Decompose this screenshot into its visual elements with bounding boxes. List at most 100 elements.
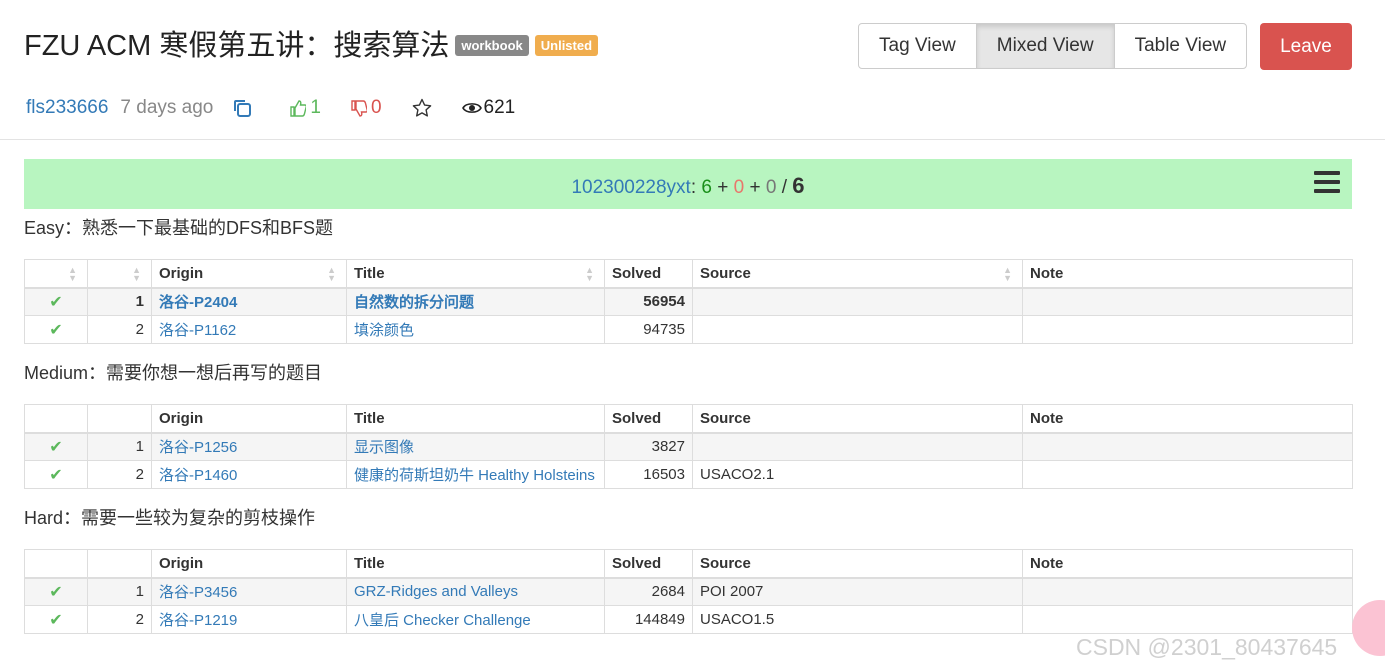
total-count: 6 (792, 173, 805, 198)
status-column-header (24, 549, 88, 579)
sort-icon: ▲ ▼ (68, 265, 77, 283)
title-link[interactable]: 填涂颜色 (354, 322, 414, 339)
solved-column-header: Solved (604, 549, 693, 579)
wrong-count: 0 (733, 177, 745, 198)
note-cell (1022, 315, 1353, 344)
menu-icon[interactable] (1314, 171, 1340, 193)
row-index: 1 (87, 287, 152, 316)
index-column-header (87, 404, 152, 434)
row-index: 2 (87, 605, 152, 634)
table-header-row: Origin Title Solved Source Note (24, 404, 1353, 434)
table-header-row: Origin Title Solved Source Note (24, 549, 1353, 579)
table-row: ✔ 2 洛谷-P1219 八皇后 Checker Challenge 14484… (24, 605, 1353, 634)
check-icon: ✔ (24, 287, 88, 316)
source-cell: POI 2007 (692, 577, 1023, 606)
solved-column-header: Solved (604, 404, 693, 434)
origin-link[interactable]: 洛谷-P1460 (159, 467, 237, 484)
origin-column-header: Origin (151, 549, 347, 579)
title-link[interactable]: GRZ-Ridges and Valleys (354, 583, 518, 600)
table-row: ✔ 1 洛谷-P3456 GRZ-Ridges and Valleys 2684… (24, 577, 1353, 606)
note-cell (1022, 577, 1353, 606)
row-index: 1 (87, 432, 152, 461)
section-label-medium: Medium：需要你想一想后再写的题目 (24, 363, 323, 383)
source-cell (692, 432, 1023, 461)
author-link[interactable]: fls233666 (26, 97, 108, 119)
upvote-button[interactable]: 1 (290, 97, 321, 119)
title-link[interactable]: 显示图像 (354, 439, 414, 456)
solved-count: 144849 (604, 605, 693, 634)
title-column-header[interactable]: Title ▲ ▼ (346, 259, 605, 289)
origin-link[interactable]: 洛谷-P1219 (159, 612, 237, 629)
mixed-view-button[interactable]: Mixed View (975, 23, 1115, 69)
origin-column-header[interactable]: Origin ▲ ▼ (151, 259, 347, 289)
solved-count: 3827 (604, 432, 693, 461)
downvote-button[interactable]: 0 (351, 97, 382, 119)
table-row: ✔ 2 洛谷-P1460 健康的荷斯坦奶牛 Healthy Holsteins … (24, 460, 1353, 489)
sort-icon: ▲ ▼ (132, 265, 141, 283)
solved-count: 56954 (604, 287, 693, 316)
index-column-header[interactable]: ▲ ▼ (87, 259, 152, 289)
origin-link[interactable]: 洛谷-P1256 (159, 439, 237, 456)
view-count: 621 (461, 97, 516, 119)
star-icon[interactable] (412, 98, 432, 118)
progress-status-bar: 102300228yxt: 6 + 0 + 0 / 6 (24, 159, 1352, 209)
title-link[interactable]: 自然数的拆分问题 (354, 294, 474, 311)
table-row: ✔ 2 洛谷-P1162 填涂颜色 94735 (24, 315, 1353, 344)
table-header-row: ▲ ▼ ▲ ▼ Origin ▲ ▼ Title ▲ ▼ Solved Source ▲ ▼ N… (24, 259, 1353, 289)
origin-link[interactable]: 洛谷-P3456 (159, 584, 237, 601)
origin-link[interactable]: 洛谷-P1162 (159, 322, 236, 339)
solved-count: 16503 (604, 460, 693, 489)
accepted-count: 6 (701, 177, 712, 198)
note-column-header: Note (1022, 549, 1353, 579)
view-count-value: 621 (483, 97, 516, 118)
row-index: 2 (87, 315, 152, 344)
source-cell: USACO1.5 (692, 605, 1023, 634)
note-cell (1022, 605, 1353, 634)
thumbs-down-icon (351, 99, 367, 117)
post-time: 7 days ago (120, 97, 214, 118)
title-column-header: Title (346, 549, 605, 579)
status-text: 102300228yxt: 6 + 0 + 0 / 6 (24, 173, 1352, 199)
source-column-header[interactable]: Source ▲ ▼ (692, 259, 1023, 289)
page-header: FZU ACM 寒假第五讲：搜索算法 workbook Unlisted Tag… (0, 0, 1385, 140)
origin-column-header: Origin (151, 404, 347, 434)
row-index: 2 (87, 460, 152, 489)
status-plus-1: + (711, 177, 734, 198)
origin-link[interactable]: 洛谷-P2404 (159, 294, 237, 311)
section-label-easy: Easy：熟悉一下最基础的DFS和BFS题 (24, 218, 334, 238)
status-column-header (24, 404, 88, 434)
source-column-header: Source (692, 404, 1023, 434)
copy-icon[interactable] (232, 98, 252, 118)
status-column-header[interactable]: ▲ ▼ (24, 259, 88, 289)
thumbs-up-icon (290, 99, 307, 117)
pending-count: 0 (765, 177, 777, 198)
unlisted-badge: Unlisted (534, 34, 599, 56)
floating-widget[interactable] (1352, 600, 1385, 656)
check-icon: ✔ (24, 315, 88, 344)
table-view-button[interactable]: Table View (1113, 23, 1248, 69)
title-link[interactable]: 健康的荷斯坦奶牛 Healthy Holsteins (354, 467, 595, 484)
leave-button[interactable]: Leave (1260, 23, 1352, 70)
status-plus-2: + (744, 177, 766, 198)
source-column-header: Source (692, 549, 1023, 579)
title-column-header: Title (346, 404, 605, 434)
source-cell: USACO2.1 (692, 460, 1023, 489)
tag-view-button[interactable]: Tag View (858, 23, 977, 69)
solved-column-header[interactable]: Solved (604, 259, 693, 289)
note-cell (1022, 460, 1353, 489)
row-index: 1 (87, 577, 152, 606)
downvote-count: 0 (370, 97, 382, 118)
workbook-badge: workbook (455, 34, 529, 56)
status-user-link[interactable]: 102300228yxt (571, 177, 690, 198)
section-label-hard: Hard：需要一些较为复杂的剪枝操作 (24, 508, 316, 528)
note-column-header: Note (1022, 259, 1353, 289)
title-row: FZU ACM 寒假第五讲：搜索算法 workbook Unlisted (24, 22, 599, 64)
source-cell (692, 287, 1023, 316)
note-column-header: Note (1022, 404, 1353, 434)
problem-table-easy: ▲ ▼ ▲ ▼ Origin ▲ ▼ Title ▲ ▼ Solved Source ▲ ▼ N… (24, 259, 1353, 344)
csdn-watermark: CSDN @2301_80437645 (1076, 634, 1338, 660)
title-link[interactable]: 八皇后 Checker Challenge (354, 612, 531, 629)
meta-row: fls233666 7 days ago 1 0 621 (26, 97, 515, 119)
table-row: ✔ 1 洛谷-P1256 显示图像 3827 (24, 432, 1353, 461)
table-row: ✔ 1 洛谷-P2404 自然数的拆分问题 56954 (24, 287, 1353, 316)
